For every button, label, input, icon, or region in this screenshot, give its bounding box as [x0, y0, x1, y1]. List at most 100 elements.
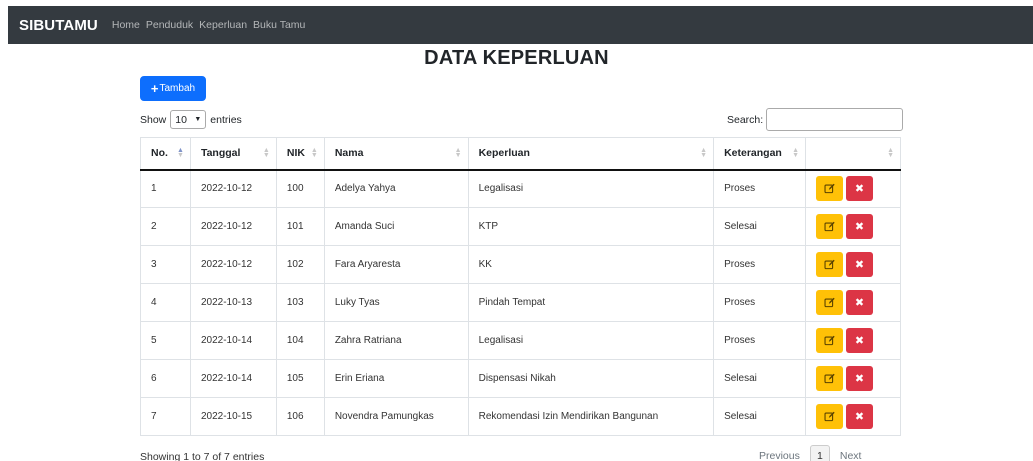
search-input[interactable] — [766, 108, 904, 131]
row-actions: ✖ — [816, 290, 890, 315]
cell-keperluan: Dispensasi Nikah — [467, 359, 715, 398]
column-header-tanggal[interactable]: Tanggal ▲ ▼ — [189, 137, 277, 171]
entries-label: entries — [210, 113, 242, 126]
cell-tanggal: 2022-10-13 — [189, 283, 277, 322]
column-header-nama[interactable]: Nama ▲ ▼ — [323, 137, 469, 171]
edit-icon — [824, 335, 835, 346]
cell-keperluan: KK — [467, 245, 715, 284]
edit-icon — [824, 183, 835, 194]
column-header-keterangan[interactable]: Keterangan ▲ ▼ — [713, 137, 807, 171]
sort-icon: ▲ ▼ — [177, 147, 184, 159]
cell-nik: 104 — [275, 321, 325, 360]
delete-button[interactable]: ✖ — [846, 252, 874, 277]
cell-tanggal: 2022-10-15 — [189, 397, 277, 436]
cell-actions: ✖ — [805, 245, 901, 284]
column-header-label: Keperluan — [478, 147, 530, 160]
delete-button[interactable]: ✖ — [846, 290, 874, 315]
search-label: Search: — [727, 113, 764, 126]
cell-no: 7 — [140, 397, 191, 436]
table-info: Showing 1 to 7 of 7 entries — [140, 451, 265, 461]
cell-keterangan: Selesai — [713, 397, 807, 436]
cell-nama: Zahra Ratriana — [323, 321, 469, 360]
close-icon: ✖ — [854, 373, 865, 385]
cell-actions: ✖ — [805, 359, 901, 398]
edit-button[interactable] — [816, 366, 844, 391]
table-header: No. ▲ ▼ Tanggal ▲ ▼ NIK ▲ ▼ Nama ▲ ▼ Keperluan ▲ ▼ Kete… — [140, 137, 901, 171]
edit-button[interactable] — [816, 214, 844, 239]
cell-nama: Novendra Pamungkas — [323, 397, 469, 436]
table-row: 3 2022-10-12 102 Fara Aryaresta KK Proses ✖ — [140, 245, 901, 284]
edit-button[interactable] — [816, 404, 844, 429]
cell-nama: Amanda Suci — [323, 207, 469, 246]
table-row: 5 2022-10-14 104 Zahra Ratriana Legalisasi Pr… — [140, 321, 901, 360]
cell-tanggal: 2022-10-12 — [189, 245, 277, 284]
close-icon: ✖ — [854, 221, 865, 233]
column-header-label: Nama — [334, 147, 364, 160]
row-actions: ✖ — [816, 176, 890, 202]
edit-icon — [824, 297, 835, 308]
page-title: DATA KEPERLUAN — [424, 47, 609, 69]
table-header-row: No. ▲ ▼ Tanggal ▲ ▼ NIK ▲ ▼ Nama ▲ ▼ Keperluan ▲ ▼ Kete… — [140, 137, 901, 171]
cell-nik: 103 — [275, 283, 325, 322]
page-button-current[interactable]: 1 — [809, 445, 830, 461]
entries-select[interactable]: 10 ▼ — [170, 110, 207, 129]
cell-keperluan: Pindah Tempat — [467, 283, 715, 322]
cell-nama: Fara Aryaresta — [323, 245, 469, 284]
cell-actions: ✖ — [805, 397, 901, 436]
edit-button[interactable] — [816, 252, 844, 277]
cell-tanggal: 2022-10-12 — [189, 207, 277, 246]
column-header-no[interactable]: No. ▲ ▼ — [140, 137, 191, 171]
row-actions: ✖ — [816, 404, 890, 429]
edit-button[interactable] — [816, 290, 844, 315]
cell-no: 6 — [140, 359, 191, 398]
edit-button[interactable] — [816, 328, 844, 353]
column-header-label: NIK — [286, 147, 305, 160]
cell-keterangan: Proses — [713, 321, 807, 360]
nav-link-keperluan[interactable]: Keperluan — [199, 19, 247, 31]
previous-button[interactable]: Previous — [759, 450, 800, 461]
delete-button[interactable]: ✖ — [846, 328, 874, 353]
column-header-aksi[interactable]: ▲ ▼ — [805, 137, 901, 171]
edit-icon — [824, 259, 835, 270]
entries-length-control: Show 10 ▼ entries — [140, 110, 242, 129]
next-button[interactable]: Next — [840, 450, 862, 461]
cell-no: 5 — [140, 321, 191, 360]
cell-nama: Erin Eriana — [323, 359, 469, 398]
edit-button[interactable] — [816, 176, 844, 202]
sort-icon: ▲ ▼ — [887, 147, 894, 159]
nav-link-buku-tamu[interactable]: Buku Tamu — [253, 19, 305, 31]
delete-button[interactable]: ✖ — [846, 214, 874, 239]
close-icon: ✖ — [854, 183, 865, 196]
search-control: Search: — [727, 108, 904, 131]
navbar: SIBUTAMU Home Penduduk Keperluan Buku Ta… — [8, 6, 1033, 44]
nav-link-penduduk[interactable]: Penduduk — [146, 19, 193, 31]
nav-link-home[interactable]: Home — [112, 19, 140, 31]
add-button[interactable]: + Tambah — [140, 76, 206, 101]
cell-tanggal: 2022-10-12 — [189, 169, 277, 208]
data-table: No. ▲ ▼ Tanggal ▲ ▼ NIK ▲ ▼ Nama ▲ ▼ Keperluan ▲ ▼ Kete… — [140, 137, 901, 436]
delete-button[interactable]: ✖ — [846, 176, 874, 202]
pagination: Previous 1 Next — [749, 445, 871, 461]
close-icon: ✖ — [854, 335, 865, 347]
edit-icon — [824, 221, 835, 232]
column-header-keperluan[interactable]: Keperluan ▲ ▼ — [467, 137, 715, 171]
cell-nik: 106 — [275, 397, 325, 436]
table-row: 6 2022-10-14 105 Erin Eriana Dispensasi Nika… — [140, 359, 901, 398]
cell-nama: Adelya Yahya — [323, 169, 469, 208]
column-header-label: Tanggal — [200, 147, 241, 160]
table-row: 1 2022-10-12 100 Adelya Yahya Legalisasi Pros… — [140, 169, 901, 208]
table-row: 4 2022-10-13 103 Luky Tyas Pindah Tempat Pros… — [140, 283, 901, 322]
close-icon: ✖ — [854, 411, 865, 423]
row-actions: ✖ — [816, 366, 890, 391]
delete-button[interactable]: ✖ — [846, 366, 874, 391]
cell-keterangan: Proses — [713, 245, 807, 284]
delete-button[interactable]: ✖ — [846, 404, 874, 429]
navbar-brand[interactable]: SIBUTAMU — [19, 17, 98, 34]
sort-icon: ▲ ▼ — [700, 147, 708, 159]
edit-icon — [824, 411, 835, 422]
close-icon: ✖ — [854, 259, 865, 271]
column-header-nik[interactable]: NIK ▲ ▼ — [275, 137, 325, 171]
add-button-label: Tambah — [159, 83, 196, 94]
entries-select-value: 10 — [175, 113, 187, 126]
table-row: 7 2022-10-15 106 Novendra Pamungkas Rekomend… — [140, 397, 901, 436]
